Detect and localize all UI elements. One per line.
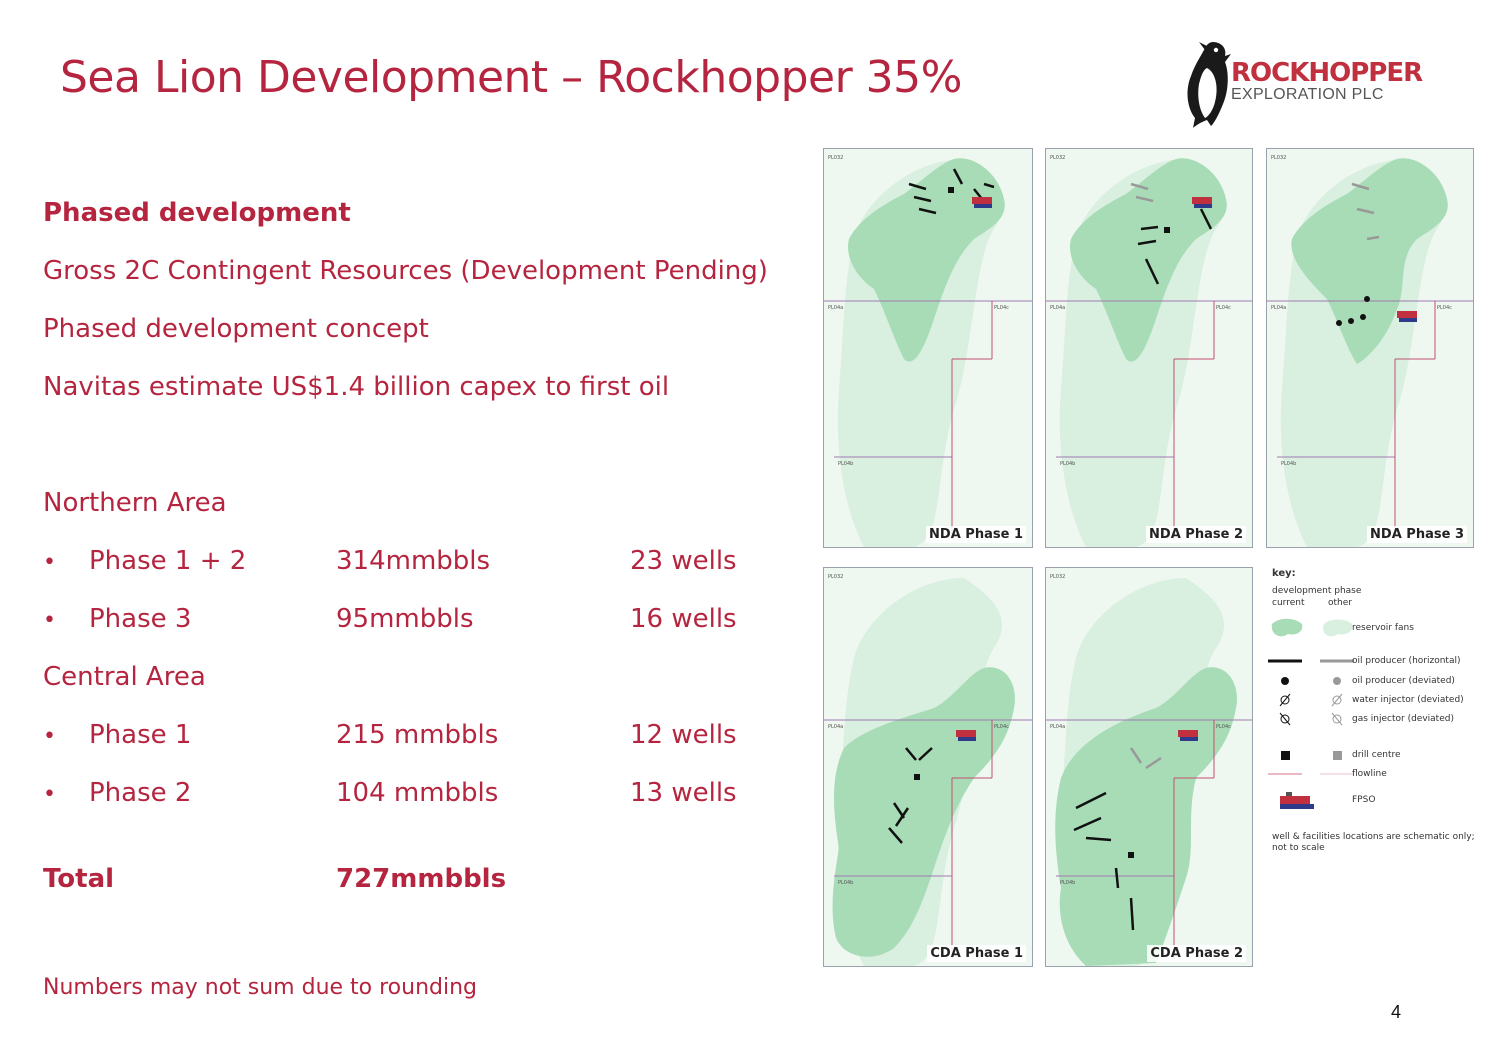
rockhopper-logo: ROCKHOPPER EXPLORATION PLC <box>1185 38 1423 133</box>
block-label: PL04b <box>838 880 853 886</box>
map-illustration: PL032 PL04a PL04c PL04b <box>824 155 1032 547</box>
block-label: PL04a <box>1050 724 1065 730</box>
central-area-heading: Central Area <box>43 662 206 692</box>
row-wells: 13 wells <box>630 778 737 808</box>
northern-area-heading: Northern Area <box>43 488 227 518</box>
block-label: PL04a <box>1271 305 1286 311</box>
block-label: PL032 <box>1271 155 1286 161</box>
bullet: • <box>43 724 56 749</box>
map-illustration: PL032 PL04a PL04c PL04b <box>1046 574 1252 966</box>
block-label: PL04b <box>1060 880 1075 886</box>
block-label: PL04c <box>1216 724 1231 730</box>
total-label: Total <box>43 864 115 894</box>
row-volume: 215 mmbbls <box>336 720 499 750</box>
map-panel-nda-phase-1: PL032 PL04a PL04c PL04b NDA Phase 1 <box>823 148 1033 548</box>
intro-line-1: Gross 2C Contingent Resources (Developme… <box>43 256 768 286</box>
total-value: 727mmbbls <box>336 864 507 894</box>
block-label: PL04c <box>1216 305 1231 311</box>
row-wells: 23 wells <box>630 546 737 576</box>
block-label: PL032 <box>828 574 843 580</box>
map-key: key: development phase current other res… <box>1266 566 1476 866</box>
panel-label: NDA Phase 1 <box>926 526 1026 543</box>
page-number: 4 <box>1391 1002 1402 1022</box>
key-water-injector: water injector (deviated) <box>1352 695 1464 705</box>
block-label: PL032 <box>828 155 843 161</box>
panel-label: CDA Phase 1 <box>927 945 1026 962</box>
key-symbols <box>1268 618 1354 809</box>
row-phase: Phase 3 <box>89 604 192 634</box>
row-phase: Phase 1 + 2 <box>89 546 247 576</box>
row-volume: 95mmbbls <box>336 604 474 634</box>
map-panel-cda-phase-2: PL032 PL04a PL04c PL04b CDA Phase 2 <box>1045 567 1253 967</box>
map-illustration: PL032 PL04a PL04c PL04b <box>1046 155 1252 547</box>
block-label: PL04a <box>828 305 843 311</box>
footnote: Numbers may not sum due to rounding <box>43 975 478 1000</box>
intro-line-3: Navitas estimate US$1.4 billion capex to… <box>43 372 670 402</box>
block-label: PL04c <box>1437 305 1452 311</box>
panel-label: CDA Phase 2 <box>1147 945 1246 962</box>
logo-subtitle: EXPLORATION PLC <box>1231 86 1384 103</box>
key-title: key: <box>1272 568 1296 579</box>
map-panel-nda-phase-2: PL032 PL04a PL04c PL04b NDA Phase 2 <box>1045 148 1253 548</box>
key-oil-horizontal: oil producer (horizontal) <box>1352 656 1461 666</box>
row-wells: 12 wells <box>630 720 737 750</box>
block-label: PL04c <box>994 305 1009 311</box>
bullet: • <box>43 608 56 633</box>
row-phase: Phase 1 <box>89 720 192 750</box>
block-label: PL04b <box>1060 461 1075 467</box>
map-panel-cda-phase-1: PL032 PL04a PL04c PL04b CDA Phase 1 <box>823 567 1033 967</box>
key-current: current <box>1272 598 1305 608</box>
block-label: PL032 <box>1050 574 1065 580</box>
row-volume: 314mmbbls <box>336 546 491 576</box>
key-reservoir: reservoir fans <box>1352 623 1414 633</box>
logo-name: ROCKHOPPER <box>1231 58 1423 88</box>
slide-title: Sea Lion Development – Rockhopper 35% <box>60 52 962 103</box>
block-label: PL04c <box>994 724 1009 730</box>
block-label: PL04b <box>1281 461 1296 467</box>
intro-line-2: Phased development concept <box>43 314 429 344</box>
panel-label: NDA Phase 3 <box>1367 526 1467 543</box>
key-other: other <box>1328 598 1352 608</box>
panel-label: NDA Phase 2 <box>1146 526 1246 543</box>
key-note-1: well & facilities locations are schemati… <box>1272 832 1475 842</box>
penguin-icon <box>1187 42 1231 128</box>
block-label: PL04b <box>838 461 853 467</box>
key-drill-centre: drill centre <box>1352 750 1401 760</box>
bullet: • <box>43 782 56 807</box>
key-oil-deviated: oil producer (deviated) <box>1352 676 1455 686</box>
bullet: • <box>43 550 56 575</box>
map-illustration: PL032 PL04a PL04c PL04b <box>824 574 1032 966</box>
map-panel-nda-phase-3: PL032 PL04a PL04c PL04b NDA Phase 3 <box>1266 148 1474 548</box>
row-volume: 104 mmbbls <box>336 778 499 808</box>
key-flowline: flowline <box>1352 769 1387 779</box>
block-label: PL04a <box>828 724 843 730</box>
key-note-2: not to scale <box>1272 843 1325 853</box>
key-fpso: FPSO <box>1352 795 1376 805</box>
row-phase: Phase 2 <box>89 778 192 808</box>
block-label: PL04a <box>1050 305 1065 311</box>
row-wells: 16 wells <box>630 604 737 634</box>
block-label: PL032 <box>1050 155 1065 161</box>
map-illustration: PL032 PL04a PL04c PL04b <box>1267 155 1473 547</box>
key-phase-header: development phase <box>1272 586 1362 596</box>
intro-heading: Phased development <box>43 198 351 228</box>
key-gas-injector: gas injector (deviated) <box>1352 714 1454 724</box>
